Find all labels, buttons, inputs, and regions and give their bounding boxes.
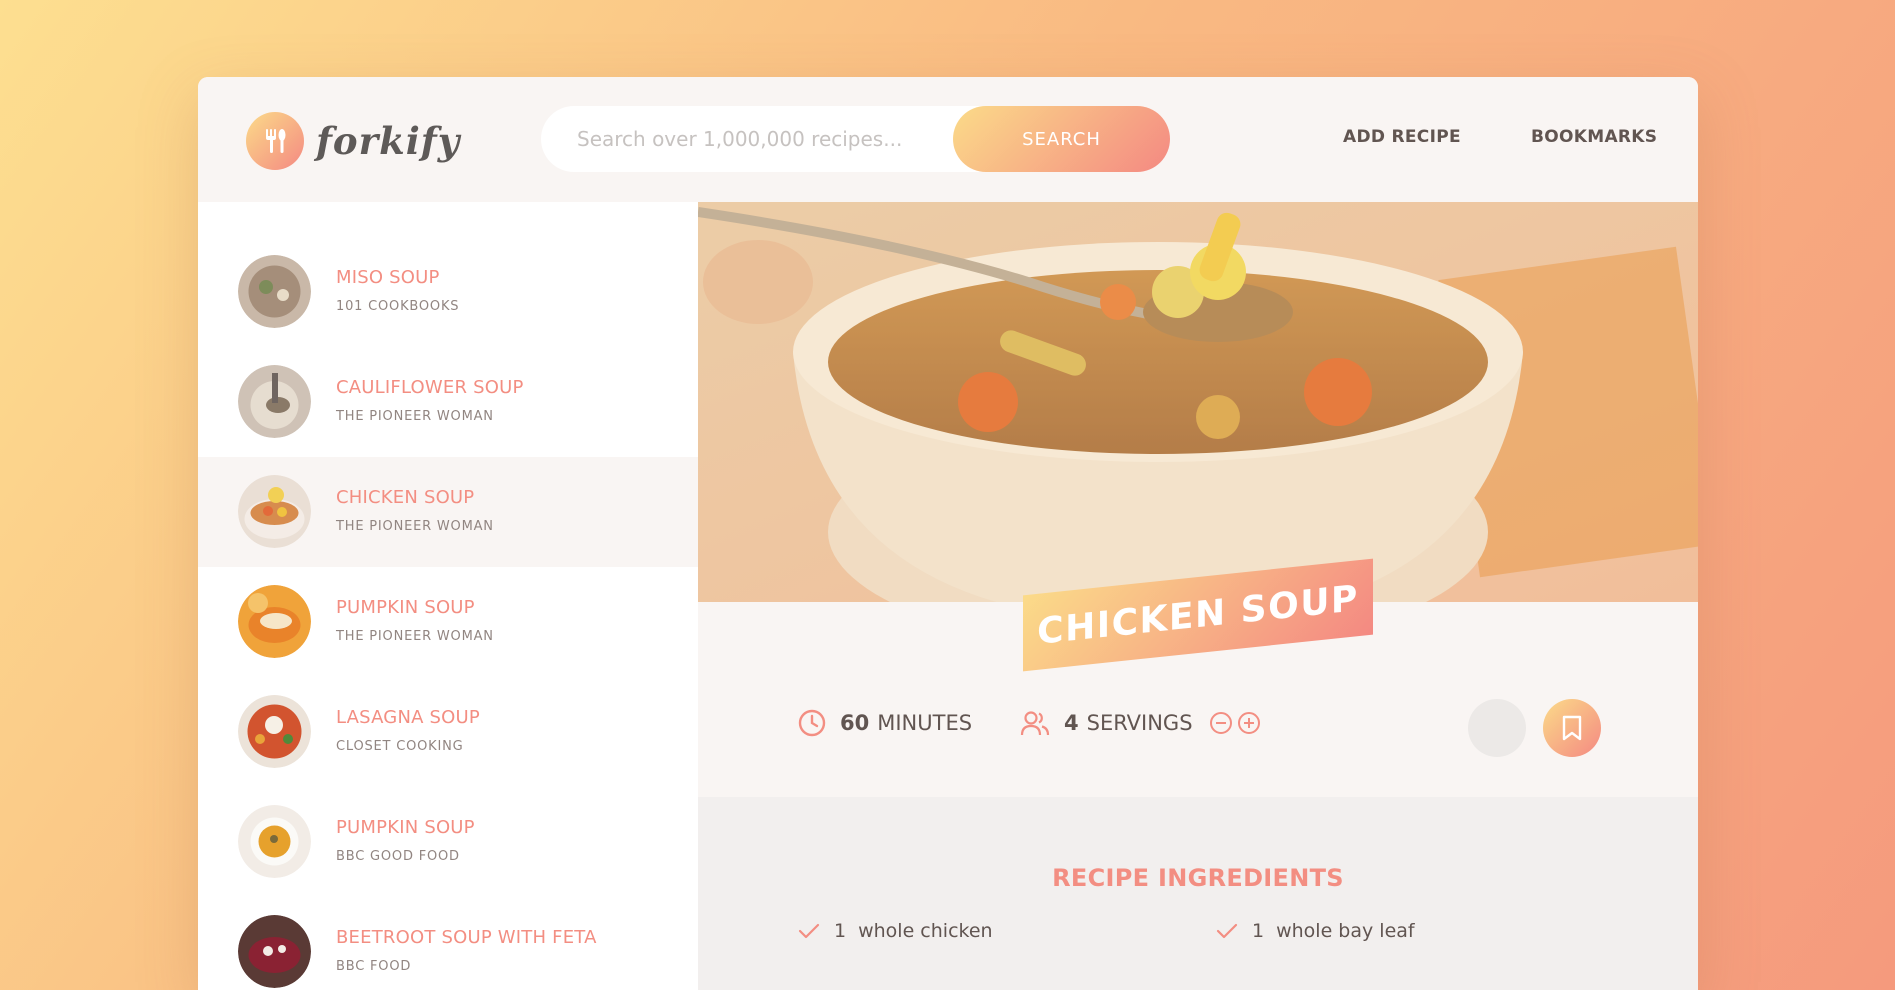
ingredient-quantity: 1 <box>834 920 847 942</box>
search-form: SEARCH <box>541 106 1170 172</box>
result-publisher: THE PIONEER WOMAN <box>336 629 494 644</box>
result-item[interactable]: LASAGNA SOUP CLOSET COOKING <box>198 677 698 787</box>
result-item[interactable]: PUMPKIN SOUP THE PIONEER WOMAN <box>198 567 698 677</box>
result-publisher: THE PIONEER WOMAN <box>336 409 494 424</box>
result-item[interactable]: CAULIFLOWER SOUP THE PIONEER WOMAN <box>198 347 698 457</box>
search-button[interactable]: SEARCH <box>953 106 1170 172</box>
result-publisher: BBC GOOD FOOD <box>336 849 460 864</box>
bookmark-icon <box>1562 715 1582 741</box>
ingredient-description: whole bay leaf <box>1276 920 1415 942</box>
bookmarks-link[interactable]: BOOKMARKS <box>1531 127 1657 147</box>
search-input[interactable] <box>577 127 977 151</box>
ingredient-item: 1 whole bay leaf <box>1216 920 1415 942</box>
servings-unit: SERVINGS <box>1086 711 1193 735</box>
users-icon <box>1020 709 1050 737</box>
header: forkify SEARCH ADD RECIPE BOOKMARKS <box>198 77 1698 202</box>
result-title: MISO SOUP <box>336 267 440 288</box>
result-thumbnail <box>238 585 311 658</box>
result-item[interactable]: PUMPKIN SOUP BBC GOOD FOOD <box>198 787 698 897</box>
result-thumbnail <box>238 915 311 988</box>
search-results: MISO SOUP 101 COOKBOOKS CAULIFLOWER SOUP… <box>198 202 698 990</box>
servings-value: 4 <box>1064 711 1079 735</box>
result-publisher: CLOSET COOKING <box>336 739 464 754</box>
result-item[interactable]: MISO SOUP 101 COOKBOOKS <box>198 237 698 347</box>
result-title: BEETROOT SOUP WITH FETA <box>336 927 597 948</box>
bookmark-button[interactable] <box>1543 699 1601 757</box>
user-generated-icon <box>1468 699 1526 757</box>
recipe-image <box>698 202 1698 602</box>
result-publisher: BBC FOOD <box>336 959 412 974</box>
result-title: PUMPKIN SOUP <box>336 817 475 838</box>
ingredient-description: whole chicken <box>858 920 993 942</box>
clock-icon <box>798 709 826 737</box>
ingredients-heading: RECIPE INGREDIENTS <box>1052 864 1344 892</box>
logo-text: forkify <box>316 119 461 163</box>
ingredient-item: 1 whole chicken <box>798 920 993 942</box>
cooking-time-value: 60 <box>840 711 870 735</box>
result-thumbnail <box>238 475 311 548</box>
check-icon <box>798 922 820 940</box>
result-title: CAULIFLOWER SOUP <box>336 377 524 398</box>
check-icon <box>1216 922 1238 940</box>
logo[interactable]: forkify <box>246 112 460 170</box>
result-title: LASAGNA SOUP <box>336 707 480 728</box>
result-thumbnail <box>238 695 311 768</box>
result-thumbnail <box>238 805 311 878</box>
result-item-active[interactable]: CHICKEN SOUP THE PIONEER WOMAN <box>198 457 698 567</box>
fork-spoon-icon <box>246 112 304 170</box>
cooking-time-unit: MINUTES <box>877 711 973 735</box>
result-publisher: THE PIONEER WOMAN <box>336 519 494 534</box>
result-thumbnail <box>238 255 311 328</box>
result-publisher: 101 COOKBOOKS <box>336 299 460 314</box>
result-item[interactable]: BEETROOT SOUP WITH FETA BBC FOOD <box>198 897 698 990</box>
app-container: forkify SEARCH ADD RECIPE BOOKMARKS MISO… <box>198 77 1698 990</box>
plus-circle-icon[interactable] <box>1237 711 1261 735</box>
recipe-view: 60 MINUTES 4 SERVINGS RECIPE INGREDIENTS… <box>698 202 1698 990</box>
ingredient-quantity: 1 <box>1252 920 1265 942</box>
minus-circle-icon[interactable] <box>1209 711 1233 735</box>
recipe-ingredients: RECIPE INGREDIENTS 1 whole chicken 1 who… <box>698 797 1698 990</box>
result-title: PUMPKIN SOUP <box>336 597 475 618</box>
add-recipe-link[interactable]: ADD RECIPE <box>1343 127 1461 147</box>
result-thumbnail <box>238 365 311 438</box>
servings: 4 SERVINGS <box>1020 709 1261 737</box>
cooking-time: 60 MINUTES <box>798 709 972 737</box>
result-title: CHICKEN SOUP <box>336 487 475 508</box>
